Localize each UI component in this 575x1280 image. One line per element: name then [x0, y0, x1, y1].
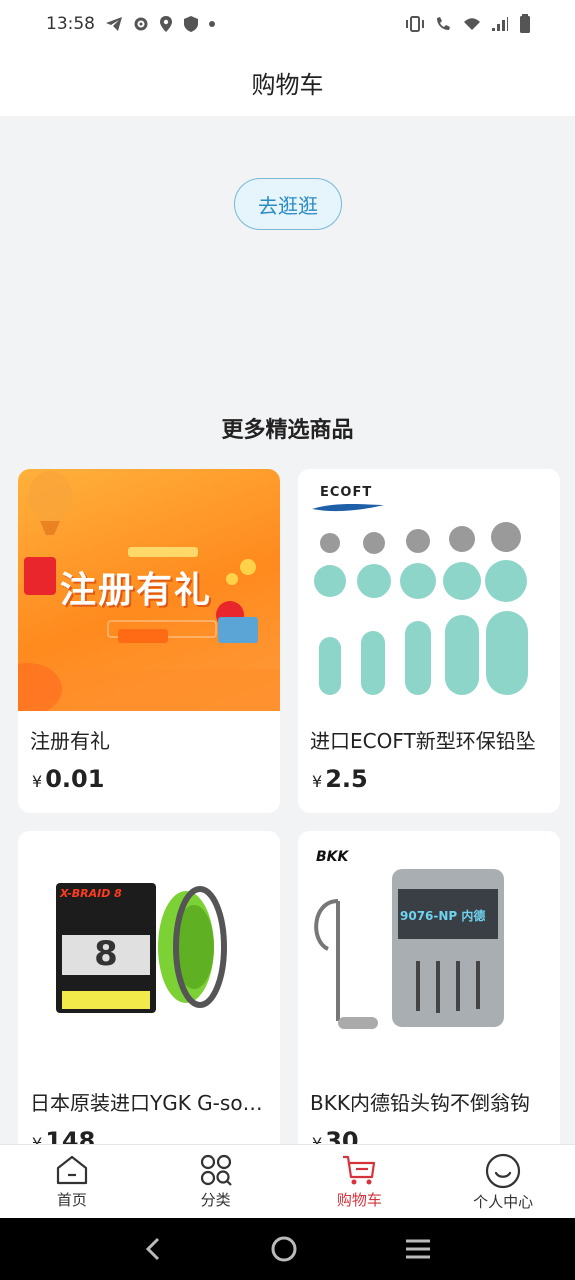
go-shopping-button[interactable]: 去逛逛 [234, 178, 342, 230]
product-card[interactable]: 8 X-BRAID 8 日本原装进口YGK G-soul X8 PE线 ¥148 [18, 831, 280, 1144]
product-card[interactable]: BKK 9076-NP 内德 BKK内德铅头钩不倒翁钩 ¥30 [298, 831, 560, 1144]
system-nav-bar [0, 1218, 575, 1280]
product-name: 进口ECOFT新型环保铅坠 [310, 729, 536, 753]
telegram-icon [106, 17, 122, 31]
product-image: BKK 9076-NP 内德 [298, 831, 560, 1073]
tab-home[interactable]: 首页 [0, 1145, 144, 1218]
profile-icon [486, 1153, 521, 1189]
recents-menu-icon[interactable] [403, 1237, 433, 1261]
product-name: 注册有礼 [30, 729, 110, 753]
tab-profile[interactable]: 个人中心 [431, 1145, 575, 1218]
home-circle-icon[interactable] [269, 1234, 299, 1264]
product-label: X-BRAID 8 [60, 887, 122, 900]
cart-content[interactable]: 去逛逛 更多精选商品 注册有礼 注册有礼 ¥0.01 ECOFT 进口ECOFT… [0, 116, 575, 1144]
product-image: 8 X-BRAID 8 [18, 831, 280, 1073]
tab-label: 个人中心 [473, 1193, 534, 1211]
category-icon [200, 1154, 232, 1186]
currency-symbol: ¥ [312, 772, 323, 791]
product-image: 注册有礼 [18, 469, 280, 711]
price-value: 0.01 [45, 765, 105, 793]
price-value: 148 [45, 1127, 96, 1144]
tab-label: 分类 [200, 1191, 231, 1209]
tab-label: 购物车 [336, 1191, 382, 1209]
page-title: 购物车 [251, 70, 324, 99]
currency-symbol: ¥ [32, 1134, 43, 1144]
wifi-call-icon [437, 17, 450, 30]
currency-symbol: ¥ [312, 1134, 323, 1144]
product-label: 9076-NP 内德 [400, 909, 486, 923]
status-bar: 13:58 [0, 0, 575, 48]
product-price: ¥148 [32, 1127, 95, 1144]
battery-icon [520, 14, 530, 33]
banner-text: 注册有礼 [60, 570, 213, 611]
location-icon [160, 16, 172, 32]
home-icon [56, 1155, 87, 1185]
vibrate-icon [406, 16, 424, 32]
cart-icon [343, 1155, 376, 1185]
product-price: ¥30 [312, 1127, 359, 1144]
currency-symbol: ¥ [32, 772, 43, 791]
product-name: BKK内德铅头钩不倒翁钩 [310, 1091, 530, 1115]
bottom-tab-bar: 首页 分类 购物车 个人中心 [0, 1144, 575, 1218]
shield-icon [184, 16, 198, 32]
tab-label: 首页 [56, 1191, 87, 1209]
wifi-icon [464, 18, 480, 30]
signal-icon [492, 17, 508, 31]
price-value: 2.5 [325, 765, 368, 793]
product-card[interactable]: 注册有礼 注册有礼 ¥0.01 [18, 469, 280, 813]
notification-dot-icon [209, 21, 215, 27]
price-value: 30 [325, 1127, 359, 1144]
product-image: ECOFT [298, 469, 560, 711]
product-price: ¥0.01 [32, 765, 104, 793]
product-name: 日本原装进口YGK G-soul X8 PE线 [30, 1091, 268, 1115]
gear-icon [134, 17, 148, 31]
product-price: ¥2.5 [312, 765, 368, 793]
page-header: 购物车 [0, 48, 575, 116]
recommendations-title: 更多精选商品 [221, 418, 354, 443]
tab-cart[interactable]: 购物车 [288, 1145, 432, 1218]
product-card[interactable]: ECOFT 进口ECOFT新型环保铅坠 ¥2.5 [298, 469, 560, 813]
tab-category[interactable]: 分类 [144, 1145, 288, 1218]
status-time: 13:58 [46, 14, 95, 34]
svg-text:8: 8 [94, 934, 118, 974]
back-icon[interactable] [142, 1235, 166, 1263]
